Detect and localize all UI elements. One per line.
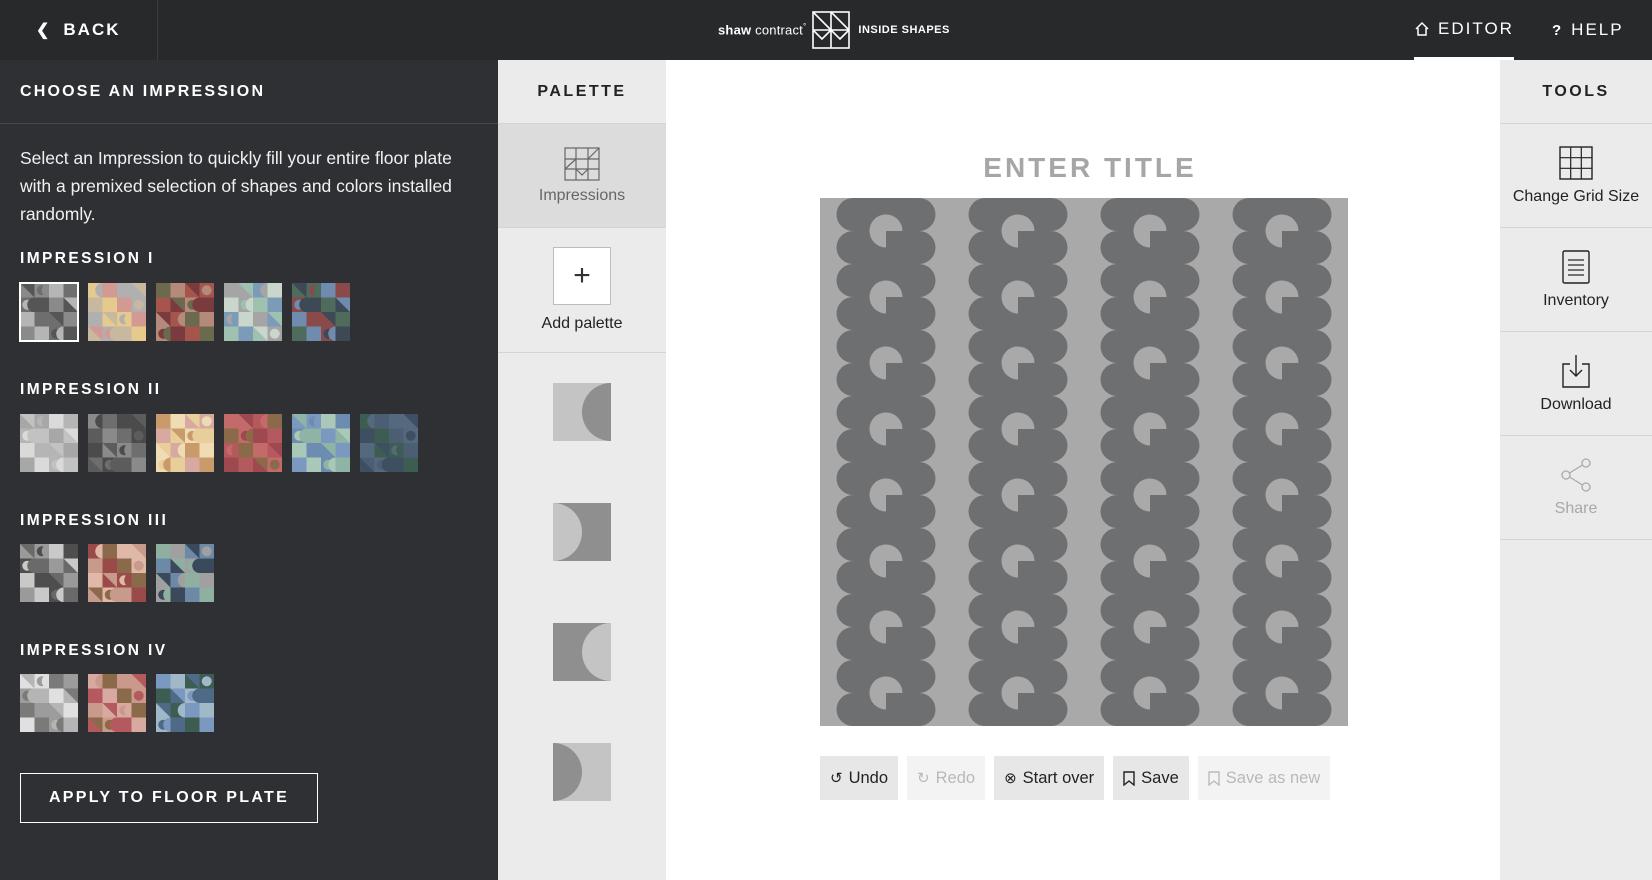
document-icon [1562,249,1590,284]
brand-product: INSIDE SHAPES [858,24,950,36]
undo-icon: ↺ [830,770,843,787]
redo-icon: ↻ [917,770,930,787]
impression-swatch[interactable] [292,414,350,472]
impression-swatch[interactable] [156,674,214,732]
apply-to-floor-plate-button[interactable]: APPLY TO FLOOR PLATE [20,773,318,823]
palette-tile-half-circle-left-dark[interactable] [553,743,611,801]
nav-help-label: HELP [1571,20,1624,39]
panel-description: Select an Impression to quickly fill you… [20,148,452,224]
impression-swatch[interactable] [224,414,282,472]
palette-tile-half-circle-left-light[interactable] [553,503,611,561]
impression-3-swatches [20,544,214,602]
impression-swatch[interactable] [88,674,146,732]
question-icon: ? [1552,21,1564,39]
nav-editor[interactable]: EDITOR [1414,0,1514,60]
change-grid-size-button[interactable]: Change Grid Size [1500,124,1652,228]
impression-swatch[interactable] [88,544,146,602]
top-bar: ❮ BACK shaw contract° INSIDE SHAPES EDIT… [0,0,1652,60]
download-button[interactable]: Download [1500,332,1652,436]
canvas-actions: ↺ Undo ↻ Redo ⊗ Start over Save Save as new [820,756,1331,800]
impression-swatch[interactable] [20,674,78,732]
impression-swatch[interactable] [360,414,418,472]
back-button[interactable]: ❮ BACK [0,0,158,60]
impression-3-title: IMPRESSION III [20,512,169,529]
impression-panel: CHOOSE AN IMPRESSION Select an Impressio… [0,60,498,880]
impression-2-swatches [20,414,418,472]
add-palette-button[interactable]: + [553,247,611,305]
bookmark-icon [1208,770,1220,786]
impression-swatch[interactable] [88,283,146,341]
palette-heading: PALETTE [498,60,666,124]
impressions-icon [564,146,600,181]
impression-1-title: IMPRESSION I [20,250,155,267]
floor-plate[interactable] [820,198,1348,726]
share-icon [1561,457,1591,492]
impression-swatch[interactable] [88,414,146,472]
save-button[interactable]: Save [1113,756,1189,800]
brand-shaw: shaw contract° [718,22,807,38]
tools-column: TOOLS Change Grid Size Inventory Downloa… [1500,60,1652,880]
impressions-label: Impressions [538,186,626,204]
download-icon [1562,354,1590,388]
redo-button[interactable]: ↻ Redo [907,756,986,800]
inside-shapes-logo-icon [812,11,851,49]
impression-4-title: IMPRESSION IV [20,642,168,659]
impression-swatch[interactable] [292,283,350,341]
panel-heading: CHOOSE AN IMPRESSION [0,60,498,124]
impressions-button[interactable]: Impressions [498,124,666,228]
impression-2-title: IMPRESSION II [20,381,162,398]
nav-help[interactable]: ? HELP [1552,0,1644,60]
undo-button[interactable]: ↺ Undo [820,756,899,800]
add-palette-label: Add palette [541,315,623,332]
tools-heading: TOOLS [1500,60,1652,124]
home-icon [1415,21,1429,36]
brand-logo: shaw contract° INSIDE SHAPES [718,11,950,49]
x-circle-icon: ⊗ [1004,770,1017,787]
back-label: BACK [63,20,121,39]
bookmark-icon [1123,770,1135,786]
title-input[interactable] [820,148,1360,188]
palette-tile-half-circle-right-light[interactable] [553,623,611,681]
save-as-new-button[interactable]: Save as new [1197,756,1331,800]
nav-editor-label: EDITOR [1438,18,1514,38]
impression-swatch[interactable] [19,282,79,342]
share-button[interactable]: Share [1500,436,1652,540]
impression-swatch[interactable] [156,544,214,602]
inventory-button[interactable]: Inventory [1500,228,1652,332]
impression-swatch[interactable] [156,414,214,472]
impression-4-swatches [20,674,214,732]
palette-tile-half-circle-right-dark[interactable] [553,383,611,441]
chevron-left-icon: ❮ [36,22,52,39]
impression-swatch[interactable] [20,544,78,602]
impression-swatch[interactable] [20,414,78,472]
palette-column: PALETTE Impressions + Add palette [498,60,666,880]
add-palette: + Add palette [498,228,666,353]
start-over-button[interactable]: ⊗ Start over [994,756,1105,800]
impression-1-swatches [19,282,350,342]
impression-swatch[interactable] [224,283,282,341]
impression-swatch[interactable] [156,283,214,341]
grid-icon [1559,145,1593,180]
